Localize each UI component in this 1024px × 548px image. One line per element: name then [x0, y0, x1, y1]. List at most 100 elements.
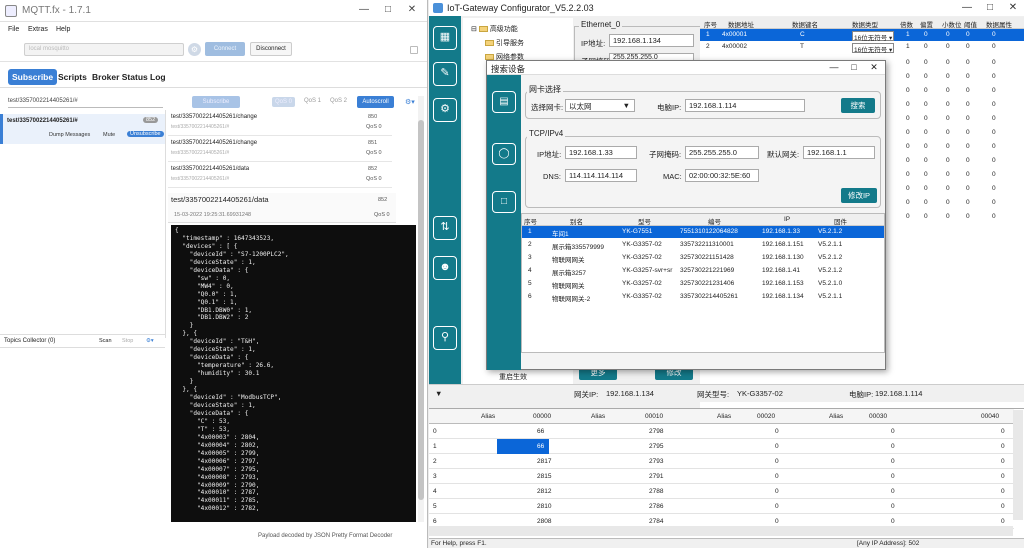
grid-cell: 0 — [775, 428, 779, 435]
mask-field[interactable]: 255.255.255.0 — [685, 146, 759, 159]
qos0-toggle[interactable]: QoS 0 — [272, 97, 296, 107]
device-row[interactable]: 1 车间1 YK-G7551 7551310122064828 192.168.1.33… — [522, 226, 884, 238]
scrollbar-thumb[interactable] — [418, 120, 424, 500]
collector-gear-icon[interactable]: ⚙▾ — [146, 338, 154, 344]
pane-divider[interactable] — [165, 110, 166, 338]
maximize-icon[interactable]: □ — [982, 1, 998, 15]
decoder-label[interactable]: Payload decoded by JSON Pretty Format De… — [258, 533, 392, 539]
grid-row[interactable]: 0 66 2798 0 0 0 — [429, 424, 1014, 439]
cell: 0 — [992, 199, 996, 206]
grid-row[interactable]: 3 2815 2791 0 0 0 — [429, 469, 1014, 484]
column-header: 数据属性 — [986, 22, 1012, 29]
monitor-icon[interactable]: □ — [492, 191, 516, 213]
device-cell: V5.2.1.1 — [818, 293, 843, 300]
cell: 0 — [924, 143, 928, 150]
maximize-icon[interactable]: □ — [380, 3, 396, 17]
qos1-toggle[interactable]: QoS 1 — [304, 98, 321, 104]
data-type-select[interactable]: 16位无符号 ▾ — [852, 43, 895, 54]
search-button[interactable]: 搜索 — [841, 98, 875, 113]
tree-item[interactable]: ⊟ 高级功能 — [471, 24, 518, 34]
device-cell: 3357302214405261 — [680, 293, 738, 300]
subscribe-row: test/3357002214405261/# Subscribe QoS 0 … — [0, 94, 427, 110]
mac-field[interactable]: 02:00:00:32:5E:60 — [685, 169, 759, 182]
grid-row[interactable]: 1 66 2795 0 0 0 — [429, 439, 1014, 454]
tab-scripts[interactable]: Scripts — [54, 69, 91, 85]
grid-vscrollbar[interactable] — [1013, 410, 1023, 520]
payload-line: } — [175, 378, 194, 386]
grid-hscrollbar[interactable] — [429, 526, 1013, 536]
dns-field[interactable]: 114.114.114.114 — [565, 169, 637, 182]
cart-icon[interactable]: ▤ — [492, 91, 516, 113]
stop-button[interactable]: Stop — [122, 338, 133, 344]
minimize-icon[interactable]: — — [959, 1, 975, 15]
mute-button[interactable]: Mute — [103, 132, 115, 138]
pc-ip-field[interactable]: 192.168.1.114 — [685, 99, 805, 112]
eth-ip-field[interactable]: 192.168.1.134 — [609, 34, 694, 47]
qos2-toggle[interactable]: QoS 2 — [330, 98, 347, 104]
payload-line: "4x00009" : 2790, — [175, 481, 260, 489]
device-row[interactable]: 3 物联网网关 YK-G3257-02 325730221151428 192.168.… — [522, 252, 884, 264]
users-icon[interactable]: ☻ — [433, 256, 457, 280]
grid-cell: 0 — [775, 443, 779, 450]
device-row[interactable]: 5 物联网网关 YK-G3257-02 325730221231406 192.168.… — [522, 278, 884, 290]
message-item[interactable]: test/3357002214405261/change 850 test/33… — [168, 112, 392, 136]
close-icon[interactable]: ✕ — [1005, 1, 1021, 15]
close-icon[interactable]: ✕ — [404, 3, 420, 17]
message-item[interactable]: test/3357002214405261/data 852 test/3357… — [168, 164, 392, 188]
tab-broker-status[interactable]: Broker Status — [88, 69, 152, 85]
tree-item[interactable]: 引导服务 — [485, 38, 524, 48]
nic-select[interactable]: 以太网 ▼ — [565, 99, 635, 112]
payload-line: "deviceData" : { — [175, 409, 249, 417]
disconnect-button[interactable]: Disconnect — [250, 42, 292, 56]
message-item[interactable]: test/3357002214405261/change 851 test/33… — [168, 138, 392, 162]
grid-row[interactable]: 4 2812 2788 0 0 0 — [429, 484, 1014, 499]
device-row[interactable]: 2 展示箱335579999 YK-G3357-02 335732211310001 1… — [522, 239, 884, 251]
subscribe-button[interactable]: Subscribe — [192, 96, 240, 108]
lock-icon — [410, 46, 418, 54]
close-icon[interactable]: ✕ — [867, 61, 881, 74]
minimize-icon[interactable]: — — [827, 61, 841, 74]
tree-item[interactable]: 重启生效 — [499, 372, 527, 382]
tab-subscribe[interactable]: Subscribe — [8, 69, 58, 85]
gateway-field[interactable]: 192.168.1.1 — [803, 146, 875, 159]
detail-topic: test/3357002214405261/data — [171, 195, 269, 204]
minimize-icon[interactable]: — — [356, 3, 372, 17]
device-row[interactable]: 6 物联网网关-2 YK-G3357-02 3357302214405261 192.1… — [522, 291, 884, 303]
shield-icon[interactable]: ◯ — [492, 143, 516, 165]
maximize-icon[interactable]: □ — [847, 61, 861, 74]
scan-button[interactable]: Scan — [99, 338, 112, 344]
config-icon[interactable]: ⚙ — [433, 98, 457, 122]
search-icon[interactable]: ⚲ — [433, 326, 457, 350]
connect-button[interactable]: Connect — [205, 42, 245, 56]
guide-icon[interactable]: ▦ — [433, 26, 457, 50]
column-header: Alias — [717, 413, 732, 420]
expand-icon[interactable]: ▼ — [435, 389, 442, 398]
menu-help[interactable]: Help — [56, 26, 70, 33]
tab-log[interactable]: Log — [146, 69, 170, 85]
point-row[interactable]: 1 4x00001 C 16位无符号 ▾ 1 0 0 0 0 — [700, 29, 1024, 42]
menu-extras[interactable]: Extras — [28, 26, 48, 33]
data-type-select[interactable]: 16位无符号 ▾ — [852, 31, 895, 42]
subscribe-topic-input[interactable]: test/3357002214405261/# — [8, 98, 78, 104]
grid-row[interactable]: 5 2810 2786 0 0 0 — [429, 499, 1014, 514]
payload-viewer[interactable]: { "timestamp" : 1647343523, "devices" : … — [171, 225, 416, 522]
modify-ip-button[interactable]: 修改IP — [841, 188, 877, 203]
grid-row[interactable]: 2 2817 2793 0 0 0 — [429, 454, 1014, 469]
subscription-item[interactable]: test/3357002214405261/# 852 Dump Message… — [0, 114, 165, 144]
cell: C — [800, 31, 805, 38]
edit-icon[interactable]: ✎ — [433, 62, 457, 86]
unsubscribe-button[interactable]: Unsubscribe — [127, 131, 164, 137]
menu-file[interactable]: File — [8, 26, 19, 33]
profile-select[interactable]: local mosquitto — [24, 43, 184, 56]
adjust-icon[interactable]: ⇅ — [433, 216, 457, 240]
point-row[interactable]: 2 4x00002 T 16位无符号 ▾ 1 0 0 0 0 — [700, 41, 1024, 54]
mac-label: MAC: — [663, 172, 682, 181]
dump-messages-button[interactable]: Dump Messages — [49, 132, 90, 138]
autoscroll-button[interactable]: Autoscroll — [357, 96, 394, 108]
gear-icon[interactable]: ⚙ — [188, 43, 201, 56]
ip-field[interactable]: 192.168.1.33 — [565, 146, 637, 159]
device-cell: 192.168.1.151 — [762, 241, 804, 248]
device-row[interactable]: 4 展示箱3257 YK-G3257-svr+sr 325730221221969 19… — [522, 265, 884, 277]
dialog-sidebar: ▤ ◯ □ — [487, 75, 521, 370]
settings-gear-icon[interactable]: ⚙▾ — [405, 98, 415, 106]
